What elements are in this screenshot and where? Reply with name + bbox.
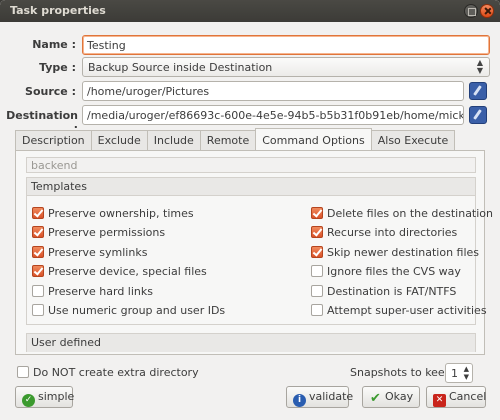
opt-label: Ignore files the CVS way	[327, 265, 461, 278]
destination-browse-icon[interactable]	[469, 106, 487, 124]
opt-label: Attempt super-user activities	[327, 304, 487, 317]
type-label: Type :	[39, 61, 76, 74]
snapshots-spinner[interactable]: 1 ▲ ▼	[445, 363, 473, 383]
tab-include[interactable]: Include	[146, 130, 201, 150]
checkbox-icon[interactable]	[311, 285, 323, 297]
checkbox-icon[interactable]	[311, 207, 323, 219]
tab-exclude[interactable]: Exclude	[90, 130, 148, 150]
check-icon: ✔	[370, 391, 381, 406]
tab-remote[interactable]: Remote	[199, 130, 257, 150]
opt-label: Preserve ownership, times	[48, 207, 194, 220]
snapshots-label: Snapshots to keep:	[350, 366, 456, 379]
cancel-icon: ✕	[433, 394, 446, 407]
validate-label: validate	[309, 390, 354, 403]
spin-arrows-icon[interactable]: ▲ ▼	[464, 365, 469, 381]
tab-description[interactable]: Description	[15, 130, 92, 150]
title-bar: Task properties	[0, 0, 500, 22]
checkbox-icon[interactable]	[32, 246, 44, 258]
info-icon: i	[293, 394, 306, 407]
cancel-button[interactable]: ✕ Cancel	[426, 386, 486, 408]
user-defined-section: User defined	[26, 333, 476, 352]
opt-label: Preserve hard links	[48, 285, 153, 298]
checkbox-icon[interactable]	[17, 366, 29, 378]
command-options-panel: backend Templates Preserve ownership, ti…	[15, 150, 493, 355]
checkbox-icon[interactable]	[311, 226, 323, 238]
okay-button[interactable]: ✔ Okay	[362, 386, 420, 408]
source-input[interactable]: /home/uroger/Pictures	[82, 81, 464, 101]
opt-label: Use numeric group and user IDs	[48, 304, 226, 317]
checkbox-icon[interactable]	[32, 265, 44, 277]
tab-command-options[interactable]: Command Options	[255, 128, 372, 150]
opt-label: Delete files on the destination	[327, 207, 493, 220]
user-defined-header[interactable]: User defined	[27, 334, 475, 352]
maximize-icon[interactable]	[464, 4, 478, 18]
window-title: Task properties	[10, 4, 106, 17]
task-properties-window: Task properties Name : Testing Type : Ba…	[0, 0, 500, 420]
snapshots-value: 1	[451, 367, 458, 380]
backend-field[interactable]: backend	[26, 157, 476, 173]
checkbox-icon[interactable]	[32, 285, 44, 297]
source-label: Source :	[25, 85, 76, 98]
opt-label: Recurse into directories	[327, 226, 458, 239]
checkbox-icon[interactable]	[311, 246, 323, 258]
name-label: Name :	[32, 38, 76, 51]
tab-bar: Description Exclude Include Remote Comma…	[15, 128, 456, 150]
simple-button[interactable]: ✓ simple	[15, 386, 75, 408]
cancel-label: Cancel	[449, 390, 487, 403]
checkbox-icon[interactable]	[311, 265, 323, 277]
checkbox-icon[interactable]	[311, 304, 323, 316]
name-input[interactable]: Testing	[82, 35, 490, 55]
checkbox-icon[interactable]	[32, 226, 44, 238]
source-browse-icon[interactable]	[469, 82, 487, 100]
templates-header[interactable]: Templates	[27, 178, 475, 196]
type-select[interactable]: Backup Source inside Destination ▲ ▼	[82, 57, 490, 77]
simple-label: simple	[38, 390, 75, 403]
opt-label: Preserve symlinks	[48, 246, 148, 259]
close-icon[interactable]	[480, 4, 494, 18]
opt-label: Skip newer destination files	[327, 246, 480, 259]
okay-label: Okay	[385, 390, 414, 403]
no-extra-directory-label: Do NOT create extra directory	[33, 366, 199, 379]
opt-label: Destination is FAT/NTFS	[327, 285, 457, 298]
updown-arrows-icon: ▲ ▼	[476, 58, 483, 75]
validate-button[interactable]: i validate	[286, 386, 353, 408]
checkbox-icon[interactable]	[32, 207, 44, 219]
checkbox-icon[interactable]	[32, 304, 44, 316]
destination-input[interactable]: /media/uroger/ef86693c-600e-4e5e-94b5-b5…	[82, 105, 464, 125]
type-select-value: Backup Source inside Destination	[88, 61, 273, 74]
tab-also-execute[interactable]: Also Execute	[370, 130, 456, 150]
opt-label: Preserve permissions	[48, 226, 166, 239]
simple-icon: ✓	[22, 394, 35, 407]
opt-label: Preserve device, special files	[48, 265, 207, 278]
